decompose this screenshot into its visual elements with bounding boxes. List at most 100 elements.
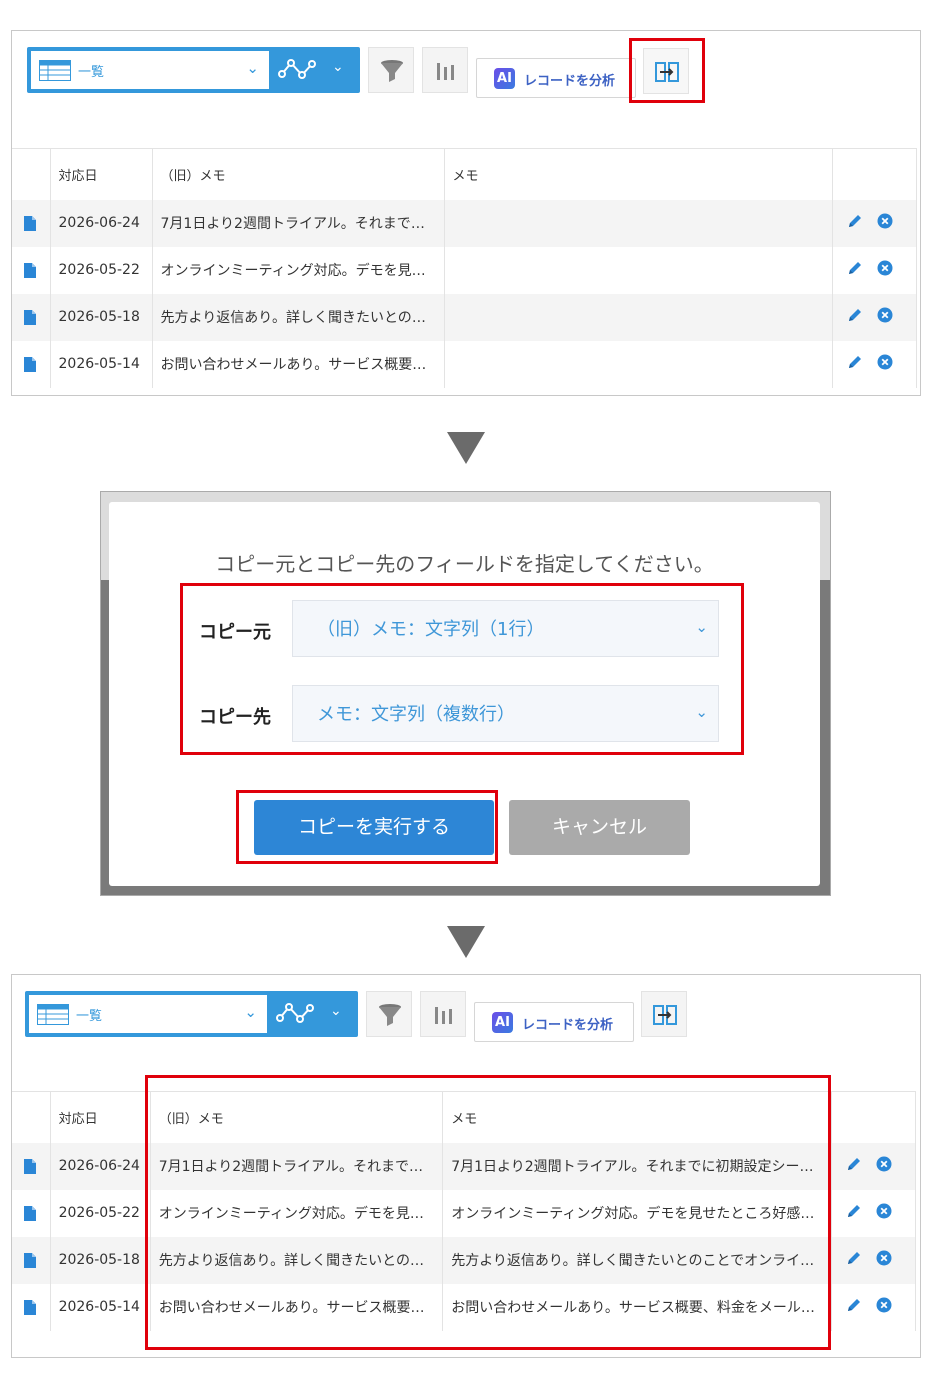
chevron-down-icon: ⌄ <box>246 59 259 77</box>
header-date[interactable]: 対応日 <box>50 1091 151 1143</box>
delete-circle-icon[interactable] <box>877 354 893 370</box>
date-cell: 2026-05-22 <box>50 246 153 294</box>
edit-pencil-icon[interactable] <box>846 1250 862 1266</box>
actions-cell <box>832 199 917 247</box>
date-cell: 2026-06-24 <box>50 199 153 247</box>
edit-pencil-icon[interactable] <box>847 354 863 370</box>
record-detail-icon[interactable] <box>24 262 36 278</box>
chevron-down-icon: ⌄ <box>330 1003 342 1019</box>
date-cell: 2026-05-22 <box>50 1189 151 1237</box>
records-table: 対応日 （旧）メモ メモ 2026-06-24 7月1日より2週間トライアル。それ… <box>12 148 917 388</box>
delete-circle-icon[interactable] <box>876 1297 892 1313</box>
analyze-records-button[interactable]: AI レコードを分析 <box>474 1002 634 1042</box>
delete-circle-icon[interactable] <box>877 307 893 323</box>
actions-cell <box>831 1189 917 1237</box>
ai-icon: AI <box>492 1012 513 1033</box>
actions-cell <box>831 1142 917 1190</box>
delete-circle-icon[interactable] <box>876 1250 892 1266</box>
memo-cell <box>444 293 833 341</box>
record-detail-icon[interactable] <box>24 1299 36 1315</box>
chart-button[interactable] <box>422 47 468 93</box>
row-icon-cell <box>12 1142 51 1190</box>
highlight-copied-columns <box>145 1075 831 1350</box>
actions-cell <box>832 246 917 294</box>
table-header-row: 対応日 （旧）メモ メモ <box>12 148 917 200</box>
header-old-memo[interactable]: （旧）メモ <box>152 148 445 200</box>
edit-pencil-icon[interactable] <box>847 260 863 276</box>
delete-circle-icon[interactable] <box>877 213 893 229</box>
row-icon-cell <box>12 340 51 388</box>
header-actions <box>831 1091 917 1143</box>
field-copy-button[interactable] <box>641 991 687 1037</box>
row-icon-cell <box>12 1283 51 1331</box>
view-selector[interactable]: 一覧 ⌄ ⌄ <box>25 991 358 1037</box>
cancel-button[interactable]: キャンセル <box>509 800 690 855</box>
record-detail-icon[interactable] <box>24 1205 36 1221</box>
date-cell: 2026-05-14 <box>50 340 153 388</box>
header-memo[interactable]: メモ <box>444 148 833 200</box>
bar-chart-icon <box>437 63 454 80</box>
table-row: 2026-05-14 お問い合わせメールあり。サービス概要、… <box>12 340 917 388</box>
dialog-prompt: コピー元とコピー先のフィールドを指定してください。 <box>215 552 714 576</box>
row-icon-cell <box>12 293 51 341</box>
graph-icon[interactable] <box>278 58 318 80</box>
field-copy-icon <box>653 1005 677 1025</box>
record-detail-icon[interactable] <box>24 215 36 231</box>
chart-button[interactable] <box>420 991 466 1037</box>
delete-circle-icon[interactable] <box>876 1203 892 1219</box>
highlight-execute-button <box>236 790 498 864</box>
record-detail-icon[interactable] <box>24 309 36 325</box>
old-memo-cell: お問い合わせメールあり。サービス概要、… <box>152 340 445 388</box>
chevron-down-icon: ⌄ <box>244 1003 257 1021</box>
ai-icon: AI <box>494 68 515 89</box>
actions-cell <box>831 1236 917 1284</box>
old-memo-cell: 7月1日より2週間トライアル。それまでに… <box>152 199 445 247</box>
filter-icon <box>381 60 403 82</box>
edit-pencil-icon[interactable] <box>847 213 863 229</box>
delete-circle-icon[interactable] <box>876 1156 892 1172</box>
old-memo-cell: 先方より返信あり。詳しく聞きたいとのこ… <box>152 293 445 341</box>
table-view-icon <box>37 1004 69 1025</box>
filter-button[interactable] <box>368 47 414 93</box>
edit-pencil-icon[interactable] <box>847 307 863 323</box>
record-detail-icon[interactable] <box>24 1158 36 1174</box>
row-icon-cell <box>12 199 51 247</box>
table-row: 2026-05-18 先方より返信あり。詳しく聞きたいとのこ… <box>12 293 917 341</box>
view-dropdown[interactable]: 一覧 ⌄ <box>29 995 267 1033</box>
old-memo-cell: オンラインミーティング対応。デモを見せ… <box>152 246 445 294</box>
table-row: 2026-06-24 7月1日より2週間トライアル。それまでに… <box>12 199 917 247</box>
down-arrow-icon <box>447 926 485 958</box>
header-actions <box>832 148 917 200</box>
delete-circle-icon[interactable] <box>877 260 893 276</box>
actions-cell <box>832 340 917 388</box>
edit-pencil-icon[interactable] <box>846 1156 862 1172</box>
table-view-icon <box>39 60 71 81</box>
view-dropdown[interactable]: 一覧 ⌄ <box>31 51 269 89</box>
graph-icon[interactable] <box>276 1002 316 1024</box>
row-icon-cell <box>12 246 51 294</box>
down-arrow-icon <box>447 432 485 464</box>
view-name: 一覧 <box>78 65 105 80</box>
chevron-down-icon: ⌄ <box>332 59 344 75</box>
record-list-before: 一覧 ⌄ ⌄ AI レコードを分析 対応日 （旧）メモ メモ 2026-06-2… <box>11 30 921 396</box>
date-cell: 2026-05-18 <box>50 293 153 341</box>
highlight-copy-button <box>629 38 705 103</box>
row-icon-cell <box>12 1189 51 1237</box>
memo-cell <box>444 340 833 388</box>
edit-pencil-icon[interactable] <box>846 1297 862 1313</box>
view-name: 一覧 <box>76 1009 103 1024</box>
memo-cell <box>444 199 833 247</box>
filter-button[interactable] <box>366 991 412 1037</box>
edit-pencil-icon[interactable] <box>846 1203 862 1219</box>
bar-chart-icon <box>435 1007 452 1024</box>
date-cell: 2026-05-18 <box>50 1236 151 1284</box>
record-detail-icon[interactable] <box>24 356 36 372</box>
row-icon-cell <box>12 1236 51 1284</box>
analyze-records-button[interactable]: AI レコードを分析 <box>476 58 636 98</box>
highlight-field-selects <box>180 583 744 755</box>
memo-cell <box>444 246 833 294</box>
filter-icon <box>379 1004 401 1026</box>
header-date[interactable]: 対応日 <box>50 148 153 200</box>
view-selector[interactable]: 一覧 ⌄ ⌄ <box>27 47 360 93</box>
record-detail-icon[interactable] <box>24 1252 36 1268</box>
